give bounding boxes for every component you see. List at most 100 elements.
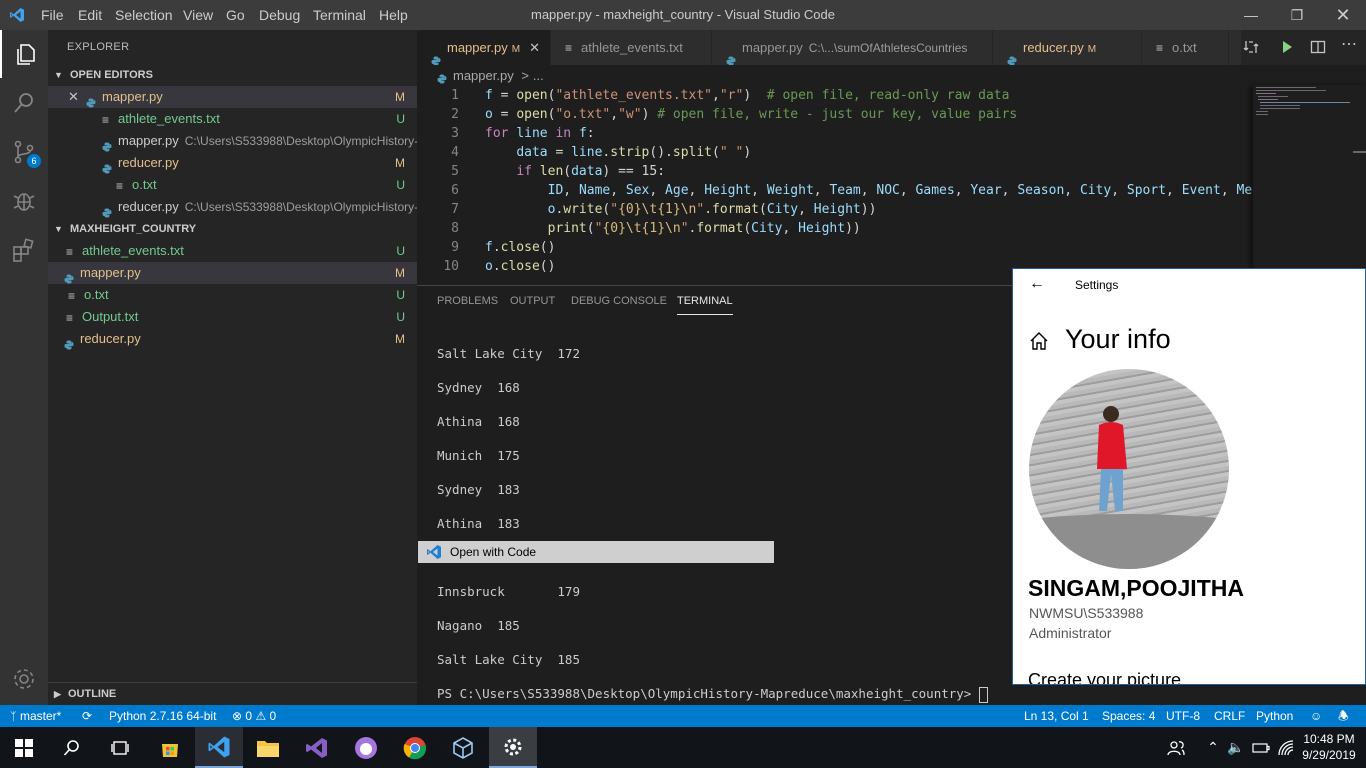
code-token: , <box>610 183 626 198</box>
menu-edit[interactable]: Edit <box>78 0 102 30</box>
text-file-icon: ≡ <box>102 112 110 127</box>
folder-section[interactable]: ▼ MAXHEIGHT_COUNTRY <box>48 218 417 240</box>
open-editor-item[interactable]: ≡ o.txt U <box>48 174 417 196</box>
split-editor-icon[interactable] <box>1310 39 1326 58</box>
menu-view[interactable]: View <box>183 0 213 30</box>
tab-4[interactable]: ≡ o.txt <box>1142 30 1229 65</box>
code-token: "o.txt" <box>555 107 611 122</box>
panel-tab-debug-console[interactable]: DEBUG CONSOLE <box>571 286 667 316</box>
open-editor-name: o.txt <box>132 177 157 192</box>
code-token: ( <box>586 221 595 236</box>
gear-icon[interactable] <box>0 655 48 703</box>
file-item[interactable]: reducer.py M <box>48 328 417 350</box>
settings-taskbar-icon[interactable] <box>489 727 537 768</box>
file-item[interactable]: ≡ o.txt U <box>48 284 417 306</box>
panel-tab-problems[interactable]: PROBLEMS <box>437 286 498 316</box>
minimap[interactable] <box>1253 85 1366 285</box>
open-editor-item[interactable]: reducer.py C:\Users\S533988\Desktop\Olymp… <box>48 196 417 218</box>
tab-2[interactable]: mapper.py C:\...\sumOfAthletesCountries <box>712 30 993 65</box>
code-token: , <box>813 183 830 198</box>
git-branch[interactable]: ᛉ master* <box>10 705 61 727</box>
vscode-taskbar-icon[interactable] <box>195 727 243 768</box>
open-editors-section[interactable]: ▼ OPEN EDITORS <box>48 64 417 86</box>
visual-studio-icon[interactable] <box>293 727 341 768</box>
smiley-icon[interactable]: ☺ <box>1310 705 1322 727</box>
file-explorer-icon[interactable] <box>244 727 292 768</box>
store-icon[interactable] <box>146 727 194 768</box>
cursor-position[interactable]: Ln 13, Col 1 <box>1024 705 1089 727</box>
code-token: len <box>539 164 564 179</box>
extensions-icon[interactable] <box>0 226 48 274</box>
open-editor-name: mapper.py <box>102 89 163 104</box>
menu-file[interactable]: File <box>41 0 64 30</box>
task-view-icon[interactable] <box>96 727 144 768</box>
back-arrow-icon[interactable]: ← <box>1029 275 1045 293</box>
open-with-code-popup[interactable]: Open with Code <box>418 541 774 563</box>
python-icon <box>1007 44 1017 65</box>
search-icon[interactable] <box>48 727 96 768</box>
tab-0[interactable]: mapper.py M ✕ <box>417 30 551 65</box>
open-editor-item[interactable]: mapper.py C:\Users\S533988\Desktop\Olympi… <box>48 130 417 152</box>
outline-section[interactable]: ▶ OUTLINE <box>48 682 417 705</box>
battery-icon[interactable] <box>1249 727 1273 768</box>
run-icon[interactable] <box>1279 39 1295 58</box>
tab-1[interactable]: ≡ athlete_events.txt <box>551 30 712 65</box>
file-item[interactable]: ≡ Output.txt U <box>48 306 417 328</box>
debug-icon[interactable] <box>0 177 48 225</box>
explorer-icon[interactable] <box>0 30 50 78</box>
close-icon[interactable]: ✕ <box>68 86 79 108</box>
line-ending[interactable]: CRLF <box>1214 705 1245 727</box>
panel-tab-output[interactable]: OUTPUT <box>510 286 555 316</box>
panel-tab-terminal[interactable]: TERMINAL <box>677 286 733 315</box>
tab-label: mapper.py <box>447 40 508 55</box>
chrome-icon[interactable] <box>391 727 439 768</box>
file-item[interactable]: ≡ athlete_events.txt U <box>48 240 417 262</box>
tab-overflow[interactable] <box>1229 30 1242 65</box>
code-token: close <box>500 259 540 274</box>
search-icon[interactable] <box>0 79 48 127</box>
menu-help[interactable]: Help <box>379 0 408 30</box>
terminal-prompt[interactable]: PS C:\Users\S533988\Desktop\OlympicHisto… <box>437 686 988 703</box>
encoding[interactable]: UTF-8 <box>1166 705 1200 727</box>
open-editor-item[interactable]: ≡ athlete_events.txt U <box>48 108 417 130</box>
menu-go[interactable]: Go <box>226 0 245 30</box>
menu-terminal[interactable]: Terminal <box>313 0 366 30</box>
home-icon[interactable] <box>1029 331 1049 354</box>
breadcrumb-file[interactable]: mapper.py <box>453 68 514 83</box>
wifi-icon[interactable] <box>1273 727 1299 768</box>
compare-icon[interactable] <box>1243 39 1259 58</box>
python-icon <box>64 335 74 350</box>
problems-indicator[interactable]: ⊗ 0 ⚠ 0 <box>232 705 276 727</box>
code-editor[interactable]: mapper.py >... 1f = open("athlete_events… <box>417 65 1366 285</box>
bell-icon[interactable]: 🕭 <box>1338 705 1349 727</box>
sync-icon[interactable]: ⟳ <box>82 705 92 727</box>
close-icon[interactable]: ✕ <box>529 30 540 65</box>
people-icon[interactable] <box>1154 727 1198 768</box>
menu-debug[interactable]: Debug <box>259 0 300 30</box>
file-item[interactable]: mapper.py M <box>48 262 417 284</box>
code-token: , <box>1220 183 1237 198</box>
restore-button[interactable]: ❐ <box>1274 0 1320 30</box>
minimize-button[interactable]: — <box>1228 0 1274 30</box>
close-window-button[interactable]: ✕ <box>1320 0 1366 30</box>
code-token: ( <box>758 202 767 217</box>
code-line: data = line.strip().split(" ") <box>485 143 751 162</box>
terminal-output-line: Nagano 185 <box>437 618 520 633</box>
outline-title: OUTLINE <box>67 688 117 700</box>
python-interpreter[interactable]: Python 2.7.16 64-bit <box>109 705 216 727</box>
menu-selection[interactable]: Selection <box>115 0 173 30</box>
source-control-icon[interactable]: 6 <box>0 128 48 176</box>
breadcrumb-more[interactable]: ... <box>533 68 544 83</box>
volume-icon[interactable]: 🔈 <box>1223 727 1249 768</box>
github-desktop-icon[interactable] <box>342 727 390 768</box>
more-actions-icon[interactable]: ⋯ <box>1341 34 1357 54</box>
open-editor-item[interactable]: reducer.py M <box>48 152 417 174</box>
open-editor-item[interactable]: ✕ mapper.py M <box>48 86 417 108</box>
indentation[interactable]: Spaces: 4 <box>1102 705 1155 727</box>
windows-start-icon[interactable] <box>0 727 48 768</box>
virtualbox-icon[interactable] <box>439 727 487 768</box>
tab-3[interactable]: reducer.py M <box>993 30 1142 65</box>
code-token: close <box>500 240 540 255</box>
clock[interactable]: 10:48 PM 9/29/2019 <box>1298 731 1360 763</box>
language-mode[interactable]: Python <box>1256 705 1293 727</box>
